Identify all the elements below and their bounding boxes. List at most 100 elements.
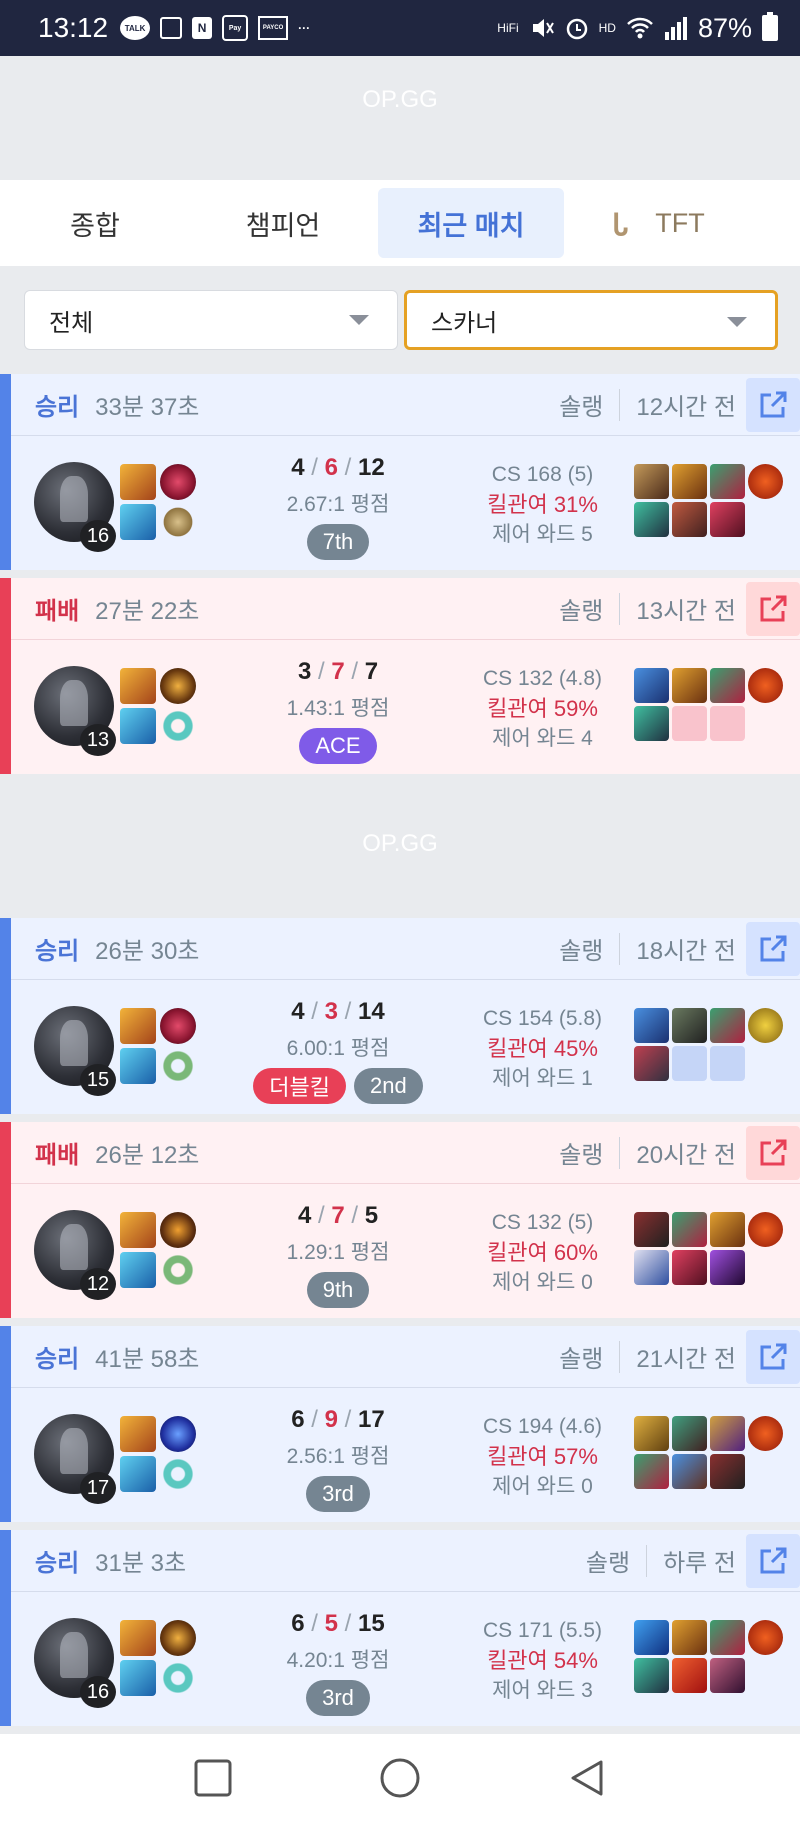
item-icon[interactable] — [710, 1416, 745, 1451]
item-icon[interactable] — [672, 1416, 707, 1451]
keystone-rune-icon[interactable] — [160, 1008, 196, 1044]
home-icon[interactable] — [379, 1757, 421, 1799]
tab-summary[interactable]: 종합 — [2, 188, 188, 258]
item-icon[interactable] — [672, 668, 707, 703]
item-icon[interactable] — [710, 1212, 745, 1247]
empty-item-slot — [710, 1046, 745, 1081]
secondary-rune-icon[interactable] — [160, 708, 196, 744]
item-icon[interactable] — [672, 1008, 707, 1043]
item-icon[interactable] — [634, 464, 669, 499]
summoner-spell-icon[interactable] — [120, 464, 156, 500]
match-result: 승리 — [35, 938, 80, 965]
queue-type: 솔랭 — [559, 598, 604, 625]
share-button[interactable] — [746, 377, 800, 432]
summoner-spell-icon[interactable] — [120, 1660, 156, 1696]
summoner-spell-icon[interactable] — [120, 1416, 156, 1452]
share-button[interactable] — [746, 1533, 800, 1588]
summoner-spell-icon[interactable] — [120, 1456, 156, 1492]
trinket-icon[interactable] — [748, 1212, 783, 1247]
item-icon[interactable] — [672, 1250, 707, 1285]
trinket-icon[interactable] — [748, 1620, 783, 1655]
champion-filter-select[interactable]: 스카너 — [404, 290, 778, 350]
item-icon[interactable] — [672, 464, 707, 499]
match-card[interactable]: 승리 33분 37초 솔랭 12시간 전 16 4 / 6 / 12 2.67:… — [0, 374, 800, 570]
item-icon[interactable] — [710, 1250, 745, 1285]
item-icon[interactable] — [672, 1658, 707, 1693]
summoner-spell-icon[interactable] — [120, 1008, 156, 1044]
kills: 4 — [291, 998, 305, 1025]
keystone-rune-icon[interactable] — [160, 1416, 196, 1452]
item-icon[interactable] — [634, 706, 669, 741]
match-result: 승리 — [35, 1346, 80, 1373]
item-icon[interactable] — [710, 502, 745, 537]
tab-champion[interactable]: 챔피언 — [190, 188, 376, 258]
tab-recent-matches[interactable]: 최근 매치 — [378, 188, 564, 258]
wifi-icon — [627, 17, 653, 39]
item-icon[interactable] — [634, 668, 669, 703]
match-duration: 27분 22초 — [95, 598, 200, 625]
share-button[interactable] — [746, 1125, 800, 1180]
item-icon[interactable] — [710, 1620, 745, 1655]
secondary-rune-icon[interactable] — [160, 1456, 196, 1492]
match-card[interactable]: 패배 26분 12초 솔랭 20시간 전 12 4 / 7 / 5 1.29:1… — [0, 1122, 800, 1318]
ad-banner-middle[interactable]: OP.GG — [0, 778, 800, 918]
keystone-rune-icon[interactable] — [160, 464, 196, 500]
summoner-spell-icon[interactable] — [120, 1252, 156, 1288]
item-icon[interactable] — [710, 1658, 745, 1693]
summoner-spell-icon[interactable] — [120, 504, 156, 540]
item-icon[interactable] — [672, 502, 707, 537]
keystone-rune-icon[interactable] — [160, 1212, 196, 1248]
match-card[interactable]: 승리 26분 30초 솔랭 18시간 전 15 4 / 3 / 14 6.00:… — [0, 918, 800, 1114]
item-build — [634, 668, 784, 748]
match-card[interactable]: 패배 27분 22초 솔랭 13시간 전 13 3 / 7 / 7 1.43:1… — [0, 578, 800, 774]
spells-runes — [120, 668, 200, 748]
tab-tft[interactable]: Ꮣ TFT — [566, 188, 752, 258]
trinket-icon[interactable] — [748, 464, 783, 499]
queue-filter-select[interactable]: 전체 — [24, 290, 398, 350]
item-icon[interactable] — [634, 1250, 669, 1285]
item-icon[interactable] — [710, 668, 745, 703]
item-icon[interactable] — [634, 1008, 669, 1043]
item-icon[interactable] — [710, 464, 745, 499]
keystone-rune-icon[interactable] — [160, 1620, 196, 1656]
summoner-spell-icon[interactable] — [120, 1620, 156, 1656]
item-icon[interactable] — [634, 1416, 669, 1451]
trinket-icon[interactable] — [748, 668, 783, 703]
banner-logo-text: OP.GG — [362, 830, 438, 857]
item-icon[interactable] — [710, 1454, 745, 1489]
ad-banner-top[interactable]: OP.GG — [0, 56, 800, 162]
item-icon[interactable] — [710, 1008, 745, 1043]
kills: 4 — [297, 1202, 312, 1229]
back-icon[interactable] — [567, 1758, 607, 1798]
secondary-rune-icon[interactable] — [160, 1252, 196, 1288]
item-icon[interactable] — [634, 1454, 669, 1489]
match-stats: CS 194 (4.6) 킬관여 57% 제어 와드 0 — [460, 1412, 625, 1502]
item-icon[interactable] — [672, 1212, 707, 1247]
keystone-rune-icon[interactable] — [160, 668, 196, 704]
control-ward: 제어 와드 5 — [492, 523, 593, 546]
item-icon[interactable] — [634, 502, 669, 537]
match-card[interactable]: 승리 31분 3초 솔랭 하루 전 16 6 / 5 / 15 4.20:1 평… — [0, 1530, 800, 1726]
recent-apps-icon[interactable] — [193, 1758, 233, 1798]
item-icon[interactable] — [634, 1046, 669, 1081]
trinket-icon[interactable] — [748, 1416, 783, 1451]
result-bar — [0, 1530, 11, 1726]
summoner-spell-icon[interactable] — [120, 708, 156, 744]
summoner-spell-icon[interactable] — [120, 668, 156, 704]
summoner-spell-icon[interactable] — [120, 1048, 156, 1084]
secondary-rune-icon[interactable] — [160, 504, 196, 540]
item-icon[interactable] — [634, 1620, 669, 1655]
summoner-spell-icon[interactable] — [120, 1212, 156, 1248]
item-icon[interactable] — [672, 1454, 707, 1489]
share-button[interactable] — [746, 921, 800, 976]
secondary-rune-icon[interactable] — [160, 1048, 196, 1084]
secondary-rune-icon[interactable] — [160, 1660, 196, 1696]
item-icon[interactable] — [634, 1658, 669, 1693]
status-time: 13:12 — [38, 12, 109, 43]
share-button[interactable] — [746, 1329, 800, 1384]
match-card[interactable]: 승리 41분 58초 솔랭 21시간 전 17 6 / 9 / 17 2.56:… — [0, 1326, 800, 1522]
share-button[interactable] — [746, 581, 800, 636]
item-icon[interactable] — [634, 1212, 669, 1247]
item-icon[interactable] — [672, 1620, 707, 1655]
trinket-icon[interactable] — [748, 1008, 783, 1043]
